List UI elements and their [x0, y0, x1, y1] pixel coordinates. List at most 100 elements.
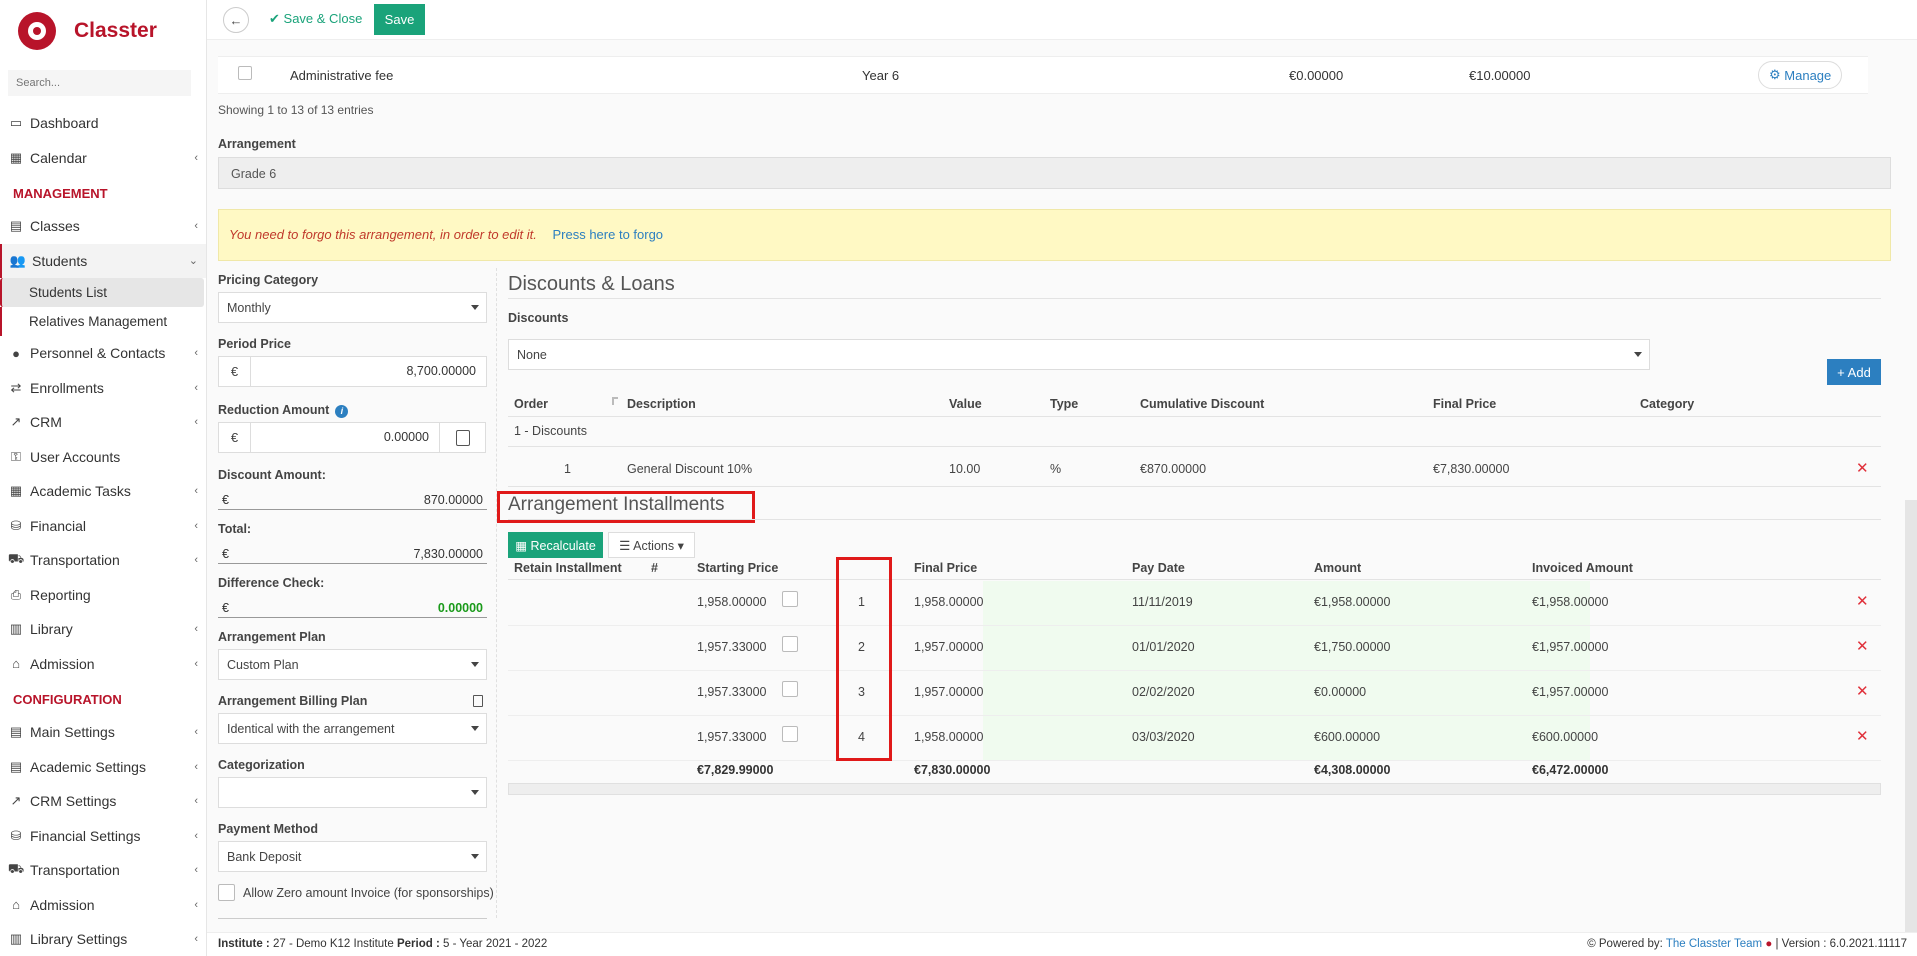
chevron-left-icon: ‹ [194, 519, 198, 532]
column-header[interactable]: Final Price [1433, 397, 1496, 411]
main-content: ← ✔ Save & Close Save Administrative fee… [207, 0, 1917, 956]
chevron-left-icon: ‹ [194, 829, 198, 842]
currency-addon: € [218, 356, 251, 387]
calculator-button[interactable] [440, 422, 486, 453]
column-header[interactable]: Amount [1314, 561, 1361, 575]
manage-button[interactable]: ⚙ Manage [1758, 61, 1843, 89]
categorization-select[interactable] [218, 777, 487, 808]
recalculate-button[interactable]: ▦ Recalculate [508, 532, 603, 558]
sidebar-item-label: Transportation [30, 552, 120, 569]
forgo-link[interactable]: Press here to forgo [552, 227, 663, 242]
discount-group-label: 1 - Discounts [514, 424, 587, 438]
sidebar-search-input[interactable] [8, 70, 191, 96]
retain-installment-checkbox[interactable] [782, 681, 798, 697]
column-header[interactable]: Cumulative Discount [1140, 397, 1264, 411]
grid-icon: ▤ [9, 758, 23, 774]
pricing-category-select[interactable]: Monthly [218, 292, 487, 323]
discount-cell-description: General Discount 10% [627, 462, 753, 476]
column-header[interactable]: Value [949, 397, 982, 411]
sidebar-item-admission[interactable]: ⌂ Admission ‹ [0, 647, 206, 682]
logo[interactable]: Classter [0, 0, 206, 62]
retain-installment-checkbox[interactable] [782, 591, 798, 607]
categorization-label: Categorization [218, 758, 305, 772]
allow-zero-checkbox[interactable] [218, 884, 235, 901]
sidebar-item-calendar[interactable]: ▦ Calendar ‹ [0, 141, 206, 176]
save-close-button[interactable]: ✔ Save & Close [269, 11, 362, 27]
sidebar-item-label: Admission [30, 896, 95, 913]
difference-check-field: € 0.00000 [218, 598, 487, 618]
discounts-select[interactable]: None [508, 339, 1650, 370]
sidebar-item-label: Academic Settings [30, 758, 146, 775]
allow-zero-option[interactable]: Allow Zero amount Invoice (for sponsorsh… [218, 884, 494, 901]
sidebar-item-user-accounts[interactable]: ⚿ User Accounts [0, 440, 206, 475]
actions-dropdown[interactable]: ☰ Actions ▾ [608, 532, 695, 558]
sidebar-item-transportation[interactable]: ⛟ Transportation ‹ [0, 853, 206, 888]
billing-plan-select[interactable]: Identical with the arrangement [218, 713, 487, 744]
payment-method-select[interactable]: Bank Deposit [218, 841, 487, 872]
sidebar-item-crm-settings[interactable]: ↗ CRM Settings ‹ [0, 784, 206, 819]
sidebar-item-label: CRM [30, 414, 62, 431]
sidebar-item-main-settings[interactable]: ▤ Main Settings ‹ [0, 715, 206, 750]
classter-logo-icon [18, 12, 56, 50]
sidebar-item-library[interactable]: ▥ Library ‹ [0, 612, 206, 647]
sidebar-item-personnel-contacts[interactable]: ● Personnel & Contacts ‹ [0, 336, 206, 371]
institute-value: 27 - Demo K12 Institute [272, 938, 394, 950]
column-header[interactable]: Starting Price [697, 561, 778, 575]
chart-icon: ↗ [10, 414, 22, 430]
column-header[interactable]: # [651, 561, 658, 575]
team-link[interactable]: The Classter Team [1666, 938, 1762, 950]
institute-label: Institute : [218, 938, 270, 950]
retain-installment-checkbox[interactable] [782, 636, 798, 652]
sidebar-item-students[interactable]: 👥 Students ⌄ [0, 243, 206, 278]
calculator-icon[interactable] [473, 695, 483, 707]
column-header[interactable]: Category [1640, 397, 1694, 411]
sidebar-item-library-settings[interactable]: ▥ Library Settings ‹ [0, 922, 206, 956]
discount-amount-field: € 870.00000 [218, 490, 487, 510]
vertical-scrollbar[interactable] [1905, 500, 1917, 956]
reduction-amount-input[interactable]: 0.00000 [251, 422, 440, 453]
info-icon[interactable]: i [335, 404, 349, 418]
sort-icon[interactable] [612, 397, 618, 405]
row-highlight [983, 671, 1590, 715]
plus-icon: + [1837, 364, 1845, 380]
sidebar-item-financial[interactable]: ⛁ Financial ‹ [0, 509, 206, 544]
sidebar-item-academic-tasks[interactable]: ▦ Academic Tasks ‹ [0, 474, 206, 509]
back-button[interactable]: ← [223, 7, 249, 33]
sidebar-subitem-students-list[interactable]: Students List [0, 278, 204, 307]
column-header[interactable]: Retain Installment [514, 561, 622, 575]
column-header[interactable]: Type [1050, 397, 1078, 411]
sidebar-item-crm[interactable]: ↗ CRM ‹ [0, 405, 206, 440]
column-header[interactable]: Order [514, 397, 548, 411]
period-price-input[interactable]: 8,700.00000 [251, 356, 487, 387]
column-header[interactable]: Final Price [914, 561, 977, 575]
installment-cell-date: 11/11/2019 [1132, 595, 1193, 609]
arrangement-plan-select[interactable]: Custom Plan [218, 649, 487, 680]
sidebar-item-reporting[interactable]: ⎙ Reporting [0, 578, 206, 613]
reduction-amount-label-wrap: Reduction Amount i [218, 403, 349, 418]
sidebar-item-financial-settings[interactable]: ⛁ Financial Settings ‹ [0, 819, 206, 854]
sidebar-item-label: Personnel & Contacts [30, 345, 166, 362]
delete-installment-icon[interactable]: ✕ [1856, 727, 1869, 745]
save-button[interactable]: Save [374, 4, 425, 35]
sidebar-item-dashboard[interactable]: ▭ Dashboard [0, 106, 206, 141]
column-header[interactable]: Description [627, 397, 696, 411]
sidebar-subitem-relatives-management[interactable]: Relatives Management [0, 307, 206, 336]
sidebar-item-label: Calendar [30, 149, 87, 166]
sidebar-item-transportation[interactable]: ⛟ Transportation ‹ [0, 543, 206, 578]
grid-icon: ▤ [9, 218, 23, 234]
total-field: € 7,830.00000 [218, 544, 487, 564]
sidebar-item-classes[interactable]: ▤ Classes ‹ [0, 209, 206, 244]
sidebar-item-academic-settings[interactable]: ▤ Academic Settings ‹ [0, 750, 206, 785]
delete-installment-icon[interactable]: ✕ [1856, 592, 1869, 610]
delete-installment-icon[interactable]: ✕ [1856, 682, 1869, 700]
column-header[interactable]: Invoiced Amount [1532, 561, 1633, 575]
add-discount-button[interactable]: + Add [1827, 359, 1881, 385]
retain-installment-checkbox[interactable] [782, 726, 798, 742]
row-checkbox[interactable] [238, 66, 252, 80]
delete-installment-icon[interactable]: ✕ [1856, 637, 1869, 655]
delete-discount-icon[interactable]: ✕ [1856, 459, 1869, 477]
column-header[interactable]: Pay Date [1132, 561, 1185, 575]
sidebar-item-enrollments[interactable]: ⇄ Enrollments ‹ [0, 371, 206, 406]
horizontal-scrollbar[interactable] [508, 783, 1881, 795]
sidebar-item-admission[interactable]: ⌂ Admission ‹ [0, 888, 206, 923]
